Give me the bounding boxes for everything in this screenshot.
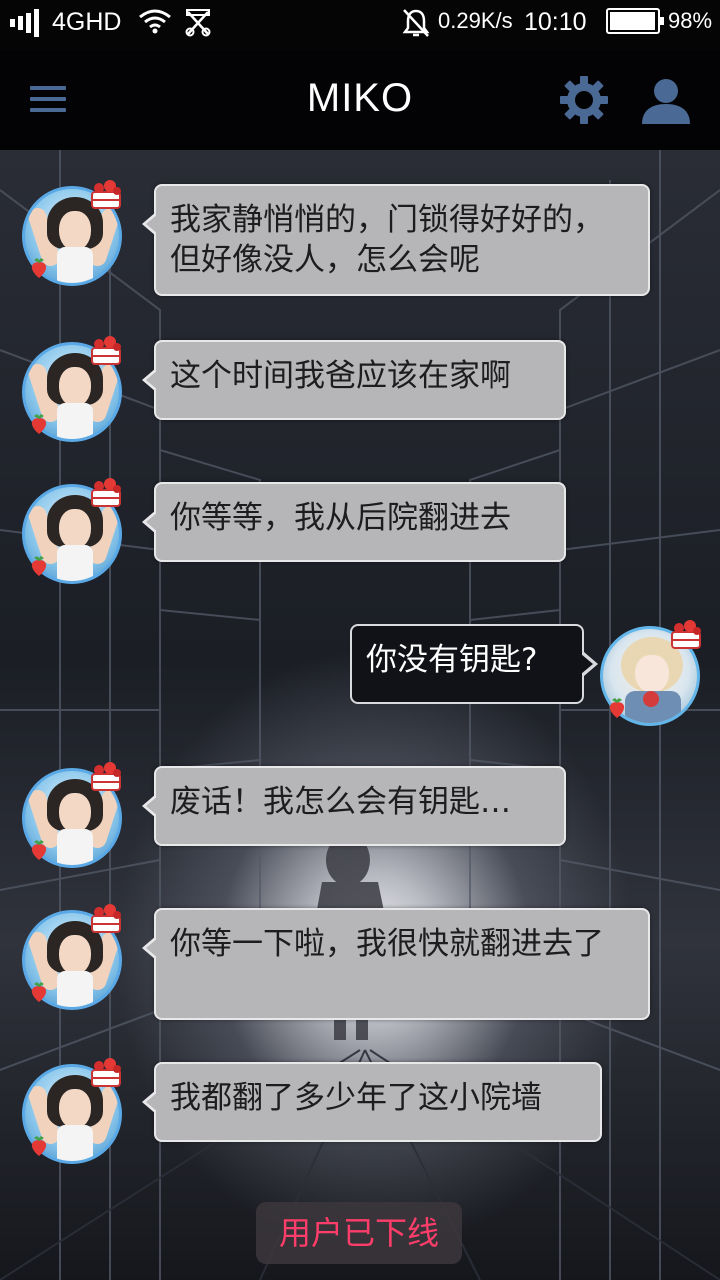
- bell-off-icon: [402, 8, 430, 38]
- offline-notice: 用户已下线: [256, 1202, 462, 1264]
- battery-percent: 98%: [668, 8, 713, 33]
- page-title: MIKO: [306, 76, 414, 120]
- cast-icon: [184, 8, 212, 38]
- user-icon[interactable]: [638, 76, 694, 126]
- received-message-bubble[interactable]: 你等等，我从后院翻进去: [142, 482, 566, 562]
- message-row: 我家静悄悄的，门锁得好好的，但好像没人，怎么会呢: [0, 180, 720, 316]
- received-message-bubble[interactable]: 我都翻了多少年了这小院墙: [142, 1062, 602, 1142]
- sent-message-bubble[interactable]: 你没有钥匙?: [350, 624, 598, 704]
- strawberry-icon: [31, 982, 47, 1002]
- strawberry-icon: [31, 840, 47, 860]
- cake-icon: [91, 336, 121, 365]
- clock: 10:10: [524, 8, 587, 36]
- message-row: 这个时间我爸应该在家啊: [0, 336, 720, 442]
- cake-icon: [91, 180, 121, 209]
- battery-icon: [606, 8, 664, 34]
- strawberry-icon: [609, 698, 625, 718]
- message-row: 你没有钥匙?: [0, 620, 720, 726]
- message-row: 你等等，我从后院翻进去: [0, 478, 720, 584]
- received-message-bubble[interactable]: 这个时间我爸应该在家啊: [142, 340, 566, 420]
- strawberry-icon: [31, 556, 47, 576]
- cake-icon: [91, 1058, 121, 1087]
- message-row: 你等一下啦，我很快就翻进去了: [0, 904, 720, 1040]
- network-speed: 0.29K/s: [438, 8, 513, 33]
- message-row: 废话！我怎么会有钥匙…: [0, 762, 720, 868]
- cake-icon: [91, 904, 121, 933]
- cake-icon: [671, 620, 701, 649]
- network-type: 4GHD: [52, 8, 122, 36]
- strawberry-icon: [31, 414, 47, 434]
- cake-icon: [91, 478, 121, 507]
- signal-icon: [10, 8, 39, 38]
- app-bar: MIKO: [0, 50, 720, 150]
- status-bar: 4GHD 0.29K/s 10:10 98%: [0, 0, 720, 50]
- wifi-icon: [138, 8, 172, 34]
- received-message-bubble[interactable]: 废话！我怎么会有钥匙…: [142, 766, 566, 846]
- received-message-bubble[interactable]: 你等一下啦，我很快就翻进去了: [142, 908, 650, 1020]
- message-row: 我都翻了多少年了这小院墙: [0, 1058, 720, 1164]
- gear-icon[interactable]: [558, 74, 610, 126]
- strawberry-icon: [31, 258, 47, 278]
- chat-area[interactable]: 我家静悄悄的，门锁得好好的，但好像没人，怎么会呢这个时间我爸应该在家啊 你等等，我…: [0, 150, 720, 1280]
- strawberry-icon: [31, 1136, 47, 1156]
- received-message-bubble[interactable]: 我家静悄悄的，门锁得好好的，但好像没人，怎么会呢: [142, 184, 650, 296]
- cake-icon: [91, 762, 121, 791]
